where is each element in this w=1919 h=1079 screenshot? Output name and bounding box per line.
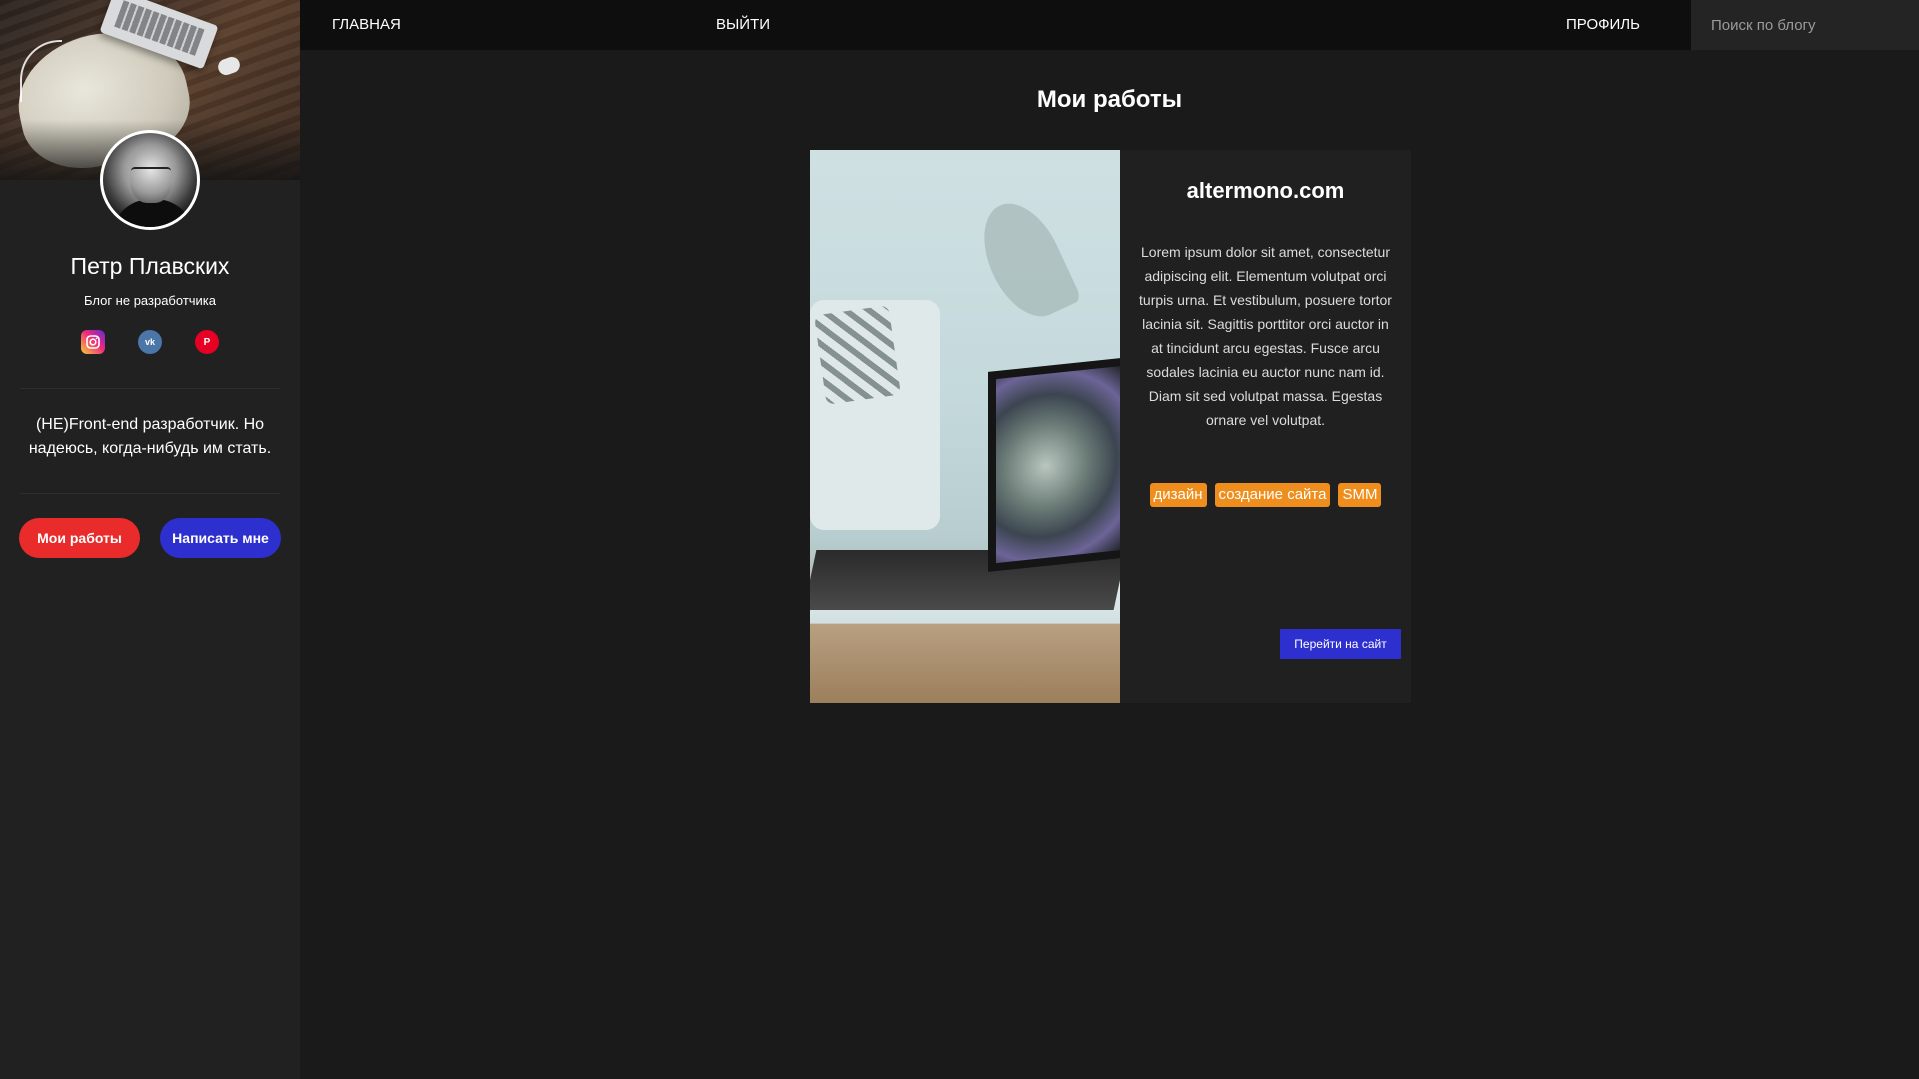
nav-logout-link[interactable]: ВЫЙТИ bbox=[716, 0, 770, 50]
nav-home-link[interactable]: ГЛАВНАЯ bbox=[332, 0, 401, 50]
profile-about: (НЕ)Front-end разработчик. Но надеюсь, к… bbox=[28, 416, 272, 457]
tag-badge[interactable]: создание сайта bbox=[1214, 483, 1331, 507]
work-card: altermono.com Lorem ipsum dolor sit amet… bbox=[810, 150, 1411, 703]
profile-name: Петр Плавских bbox=[70, 253, 230, 279]
pinterest-icon[interactable]: P bbox=[195, 330, 219, 354]
page-title: Мои работы bbox=[1036, 86, 1183, 113]
social-links: vk P bbox=[0, 330, 300, 354]
work-card-body: altermono.com Lorem ipsum dolor sit amet… bbox=[1120, 150, 1411, 703]
vk-icon[interactable]: vk bbox=[138, 330, 162, 354]
tag-badge[interactable]: дизайн bbox=[1149, 483, 1207, 507]
avatar bbox=[100, 130, 200, 230]
top-nav: ГЛАВНАЯ ВЫЙТИ ПРОФИЛЬ bbox=[300, 0, 1919, 50]
work-card-description: Lorem ipsum dolor sit amet, consectetur … bbox=[1139, 244, 1392, 428]
visit-site-button[interactable]: Перейти на сайт bbox=[1280, 629, 1401, 659]
work-card-title: altermono.com bbox=[1186, 178, 1345, 203]
nav-profile-link[interactable]: ПРОФИЛЬ bbox=[1566, 0, 1640, 50]
instagram-icon[interactable] bbox=[81, 330, 105, 354]
my-works-button[interactable]: Мои работы bbox=[19, 518, 140, 558]
tag-badge[interactable]: SMM bbox=[1338, 483, 1382, 507]
work-card-image bbox=[810, 150, 1120, 703]
write-me-button[interactable]: Написать мне bbox=[160, 518, 281, 558]
divider bbox=[20, 388, 280, 389]
divider bbox=[20, 493, 280, 494]
sidebar: Петр Плавских Блог не разработчика vk P … bbox=[0, 0, 300, 1079]
work-card-tags: дизайн создание сайта SMM bbox=[1120, 483, 1411, 507]
search-input[interactable] bbox=[1691, 0, 1919, 50]
profile-tagline: Блог не разработчика bbox=[83, 293, 217, 308]
